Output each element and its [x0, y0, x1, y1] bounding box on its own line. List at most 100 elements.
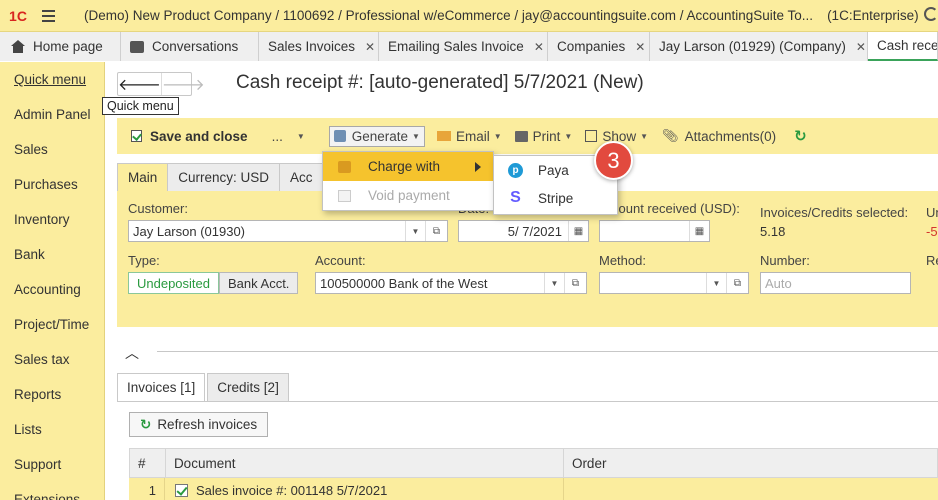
- tab-invoices[interactable]: Invoices [1]: [117, 373, 206, 401]
- refresh-icon: ↻: [140, 416, 152, 432]
- paperclip-icon: 📎︎: [662, 128, 679, 143]
- main-menu-icon[interactable]: [36, 0, 62, 32]
- chevron-down-icon[interactable]: ▼: [544, 273, 564, 293]
- type-bank-account-option[interactable]: Bank Acct.: [219, 272, 299, 294]
- open-icon[interactable]: ⧉: [564, 273, 586, 293]
- sidebar-item-sales[interactable]: Sales: [0, 132, 104, 167]
- sidebar-item-bank[interactable]: Bank: [0, 237, 104, 272]
- open-tabs-bar: Home page Conversations Sales Invoices ✕…: [0, 32, 938, 61]
- row-document[interactable]: Sales invoice #: 001148 5/7/2021: [196, 483, 387, 498]
- close-icon[interactable]: ✕: [856, 40, 866, 54]
- tab-currency[interactable]: Currency: USD: [167, 163, 281, 191]
- calendar-icon[interactable]: ▦: [568, 221, 588, 241]
- sidebar-item-accounting[interactable]: Accounting: [0, 272, 104, 307]
- refresh-icon[interactable]: ↻: [794, 127, 807, 145]
- back-arrow-icon[interactable]: 🡐: [118, 73, 162, 95]
- chevron-down-icon[interactable]: ▼: [706, 273, 726, 293]
- save-and-close-button[interactable]: Save and close: [131, 129, 248, 144]
- sidebar-item-lists[interactable]: Lists: [0, 412, 104, 447]
- table-row[interactable]: 1 Sales invoice #: 001148 5/7/2021: [129, 478, 938, 500]
- attachments-label: Attachments(0): [684, 128, 777, 144]
- sidebar-item-purchases[interactable]: Purchases: [0, 167, 104, 202]
- refresh-invoices-button[interactable]: ↻ Refresh invoices: [129, 412, 269, 437]
- email-button[interactable]: Email ▼: [425, 129, 502, 144]
- tab-accounting[interactable]: Acc: [279, 163, 324, 191]
- void-payment-menu-item[interactable]: Void payment: [323, 181, 493, 210]
- close-icon[interactable]: ✕: [534, 40, 544, 54]
- tab-credits[interactable]: Credits [2]: [207, 373, 289, 401]
- sidebar-item-extensions[interactable]: Extensions: [0, 482, 104, 500]
- form-tabs: Main Currency: USD Acc: [117, 163, 324, 191]
- method-field[interactable]: ▼ ⧉: [599, 272, 749, 294]
- more-label: ...: [271, 128, 283, 144]
- tab-label: Cash rece: [877, 38, 938, 53]
- conversations-icon: [130, 40, 144, 53]
- calculator-icon[interactable]: ▦: [689, 221, 709, 241]
- app-logo[interactable]: 1С: [0, 8, 36, 24]
- column-header-order[interactable]: Order: [564, 449, 937, 477]
- chevron-down-icon: ▼: [640, 131, 649, 141]
- column-header-number[interactable]: #: [130, 449, 166, 477]
- invoices-panel: ↻ Refresh invoices # Document Order 1 Sa…: [117, 401, 938, 500]
- sidebar-item-support[interactable]: Support: [0, 447, 104, 482]
- type-undeposited-option[interactable]: Undeposited: [128, 272, 219, 294]
- sidebar-item-inventory[interactable]: Inventory: [0, 202, 104, 237]
- generate-button[interactable]: Generate ▼: [328, 125, 425, 147]
- paya-label: Paya: [538, 162, 569, 178]
- sidebar-item-quick-menu[interactable]: Quick menu: [0, 62, 104, 97]
- customer-field[interactable]: Jay Larson (01930) ▼ ⧉: [128, 220, 448, 242]
- save-icon: [131, 130, 142, 142]
- open-icon[interactable]: ⧉: [425, 221, 447, 241]
- chevron-down-icon[interactable]: ▼: [405, 221, 425, 241]
- tab-label: Home page: [33, 39, 103, 54]
- tab-label: Conversations: [152, 39, 239, 54]
- forward-arrow-icon[interactable]: 🡒: [162, 73, 205, 95]
- history-nav: 🡐 🡒: [117, 72, 205, 96]
- sidebar: Quick menu Admin Panel Sales Purchases I…: [0, 62, 105, 500]
- account-field[interactable]: 100500000 Bank of the West ▼ ⧉: [315, 272, 587, 294]
- title-bar: 1С (Demo) New Product Company / 1100692 …: [0, 0, 938, 32]
- row-checkbox[interactable]: [175, 483, 188, 497]
- number-field[interactable]: Auto: [760, 272, 911, 294]
- sidebar-item-sales-tax[interactable]: Sales tax: [0, 342, 104, 377]
- charge-with-menu-item[interactable]: Charge with: [323, 152, 493, 181]
- void-icon: [338, 189, 351, 202]
- number-placeholder: Auto: [765, 275, 792, 291]
- close-icon[interactable]: ✕: [365, 40, 375, 54]
- tab-jay-larson-company[interactable]: Jay Larson (01929) (Company) ✕: [650, 32, 868, 61]
- tab-companies[interactable]: Companies ✕: [548, 32, 650, 61]
- open-icon[interactable]: ⧉: [726, 273, 748, 293]
- sidebar-item-admin-panel[interactable]: Admin Panel: [0, 97, 104, 132]
- stripe-menu-item[interactable]: S Stripe: [494, 184, 617, 212]
- tab-cash-receipt[interactable]: Cash rece: [868, 32, 938, 61]
- more-actions-button[interactable]: ... ▼: [272, 129, 305, 144]
- printer-icon: [514, 130, 528, 142]
- tab-main[interactable]: Main: [117, 163, 169, 191]
- tab-label: Companies: [557, 39, 626, 54]
- tab-home-page[interactable]: Home page: [0, 32, 121, 61]
- amount-field[interactable]: ▦: [599, 220, 710, 242]
- sidebar-item-project-time[interactable]: Project/Time: [0, 307, 104, 342]
- credit-card-icon: [338, 160, 351, 173]
- search-icon[interactable]: [924, 7, 938, 21]
- report-icon: [585, 130, 598, 142]
- date-field[interactable]: 5/ 7/2021 ▦: [458, 220, 589, 242]
- stripe-label: Stripe: [538, 190, 574, 206]
- quick-menu-tooltip: Quick menu: [102, 97, 179, 115]
- column-header-document[interactable]: Document: [166, 449, 564, 477]
- print-button[interactable]: Print ▼: [502, 128, 572, 144]
- print-label: Print: [532, 128, 561, 144]
- chevron-up-icon[interactable]: ︿: [125, 343, 139, 363]
- stripe-icon: S: [510, 189, 521, 206]
- customer-value: Jay Larson (01930): [133, 223, 246, 239]
- attachments-button[interactable]: 📎︎ Attachments(0): [648, 128, 776, 144]
- chevron-down-icon: ▼: [412, 131, 420, 141]
- sidebar-item-reports[interactable]: Reports: [0, 377, 104, 412]
- generate-icon: [333, 130, 346, 142]
- close-icon[interactable]: ✕: [635, 40, 645, 54]
- tab-conversations[interactable]: Conversations: [121, 32, 259, 61]
- chevron-down-icon: ▼: [493, 131, 502, 141]
- divider: [157, 351, 938, 352]
- tab-sales-invoices[interactable]: Sales Invoices ✕: [259, 32, 379, 61]
- tab-emailing-sales-invoice[interactable]: Emailing Sales Invoice ✕: [379, 32, 548, 61]
